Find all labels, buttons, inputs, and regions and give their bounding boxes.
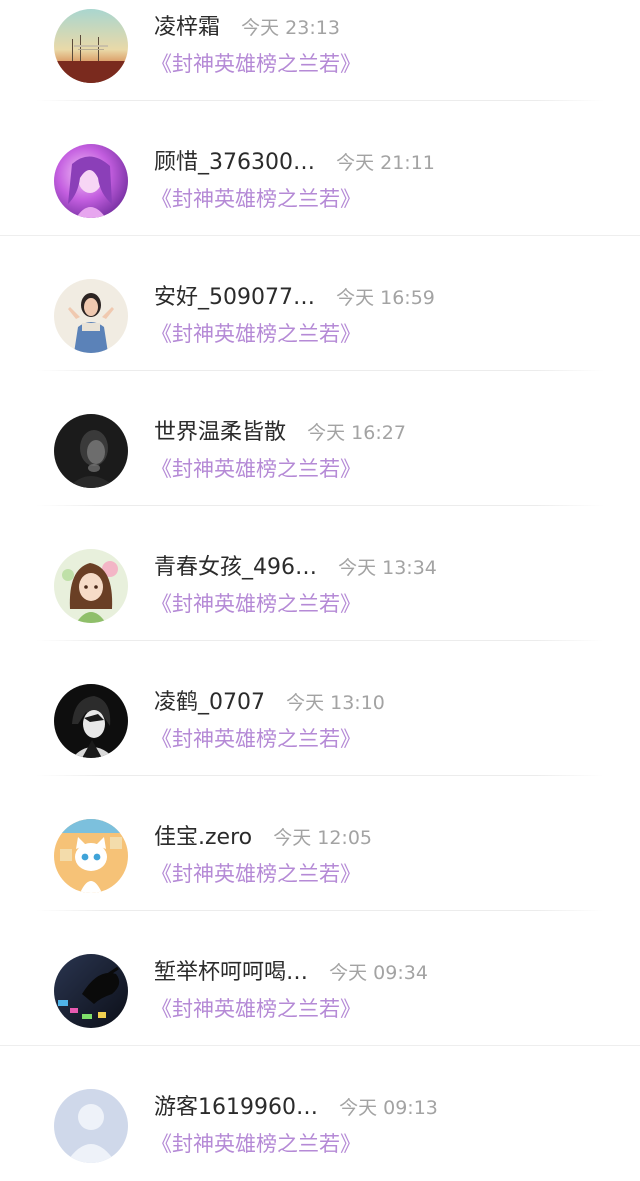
user-name[interactable]: 世界温柔皆散	[154, 420, 286, 445]
list-item[interactable]: 顾惜_376300… 今天 21:11 《封神英雄榜之兰若》	[0, 101, 640, 236]
list-item[interactable]: 青春女孩_496… 今天 13:34 《封神英雄榜之兰若》	[0, 506, 640, 641]
anime-girl-avatar[interactable]	[54, 549, 128, 623]
anime-boy-avatar[interactable]	[54, 684, 128, 758]
comment-time: 今天 09:13	[339, 1097, 438, 1119]
name-line: 堑举杯呵呵喝… 今天 09:34	[154, 958, 428, 988]
name-line: 青春女孩_496… 今天 13:34	[154, 553, 437, 583]
user-name[interactable]: 凌梓霜	[154, 15, 220, 40]
comment-time: 今天 21:11	[336, 152, 435, 174]
list-item[interactable]: 堑举杯呵呵喝… 今天 09:34 《封神英雄榜之兰若》	[0, 911, 640, 1046]
user-name[interactable]: 顾惜_376300…	[154, 150, 315, 175]
name-line: 佳宝.zero 今天 12:05	[154, 823, 372, 853]
list-item[interactable]: 安好_509077… 今天 16:59 《封神英雄榜之兰若》	[0, 236, 640, 371]
comment-time: 今天 13:34	[338, 557, 437, 579]
name-line: 凌梓霜 今天 23:13	[154, 13, 340, 43]
book-title-link[interactable]: 《封神英雄榜之兰若》	[151, 994, 361, 1024]
default-user-avatar[interactable]	[54, 1089, 128, 1163]
list-item[interactable]: 游客1619960… 今天 09:13 《封神英雄榜之兰若》	[0, 1046, 640, 1181]
list-item[interactable]: 世界温柔皆散 今天 16:27 《封神英雄榜之兰若》	[0, 371, 640, 506]
book-title-link[interactable]: 《封神英雄榜之兰若》	[151, 724, 361, 754]
book-title-link[interactable]: 《封神英雄榜之兰若》	[151, 184, 361, 214]
user-name[interactable]: 青春女孩_496…	[154, 555, 317, 580]
book-title-link[interactable]: 《封神英雄榜之兰若》	[151, 1129, 361, 1159]
landscape-avatar[interactable]	[54, 9, 128, 83]
comment-time: 今天 23:13	[241, 17, 340, 39]
comment-time: 今天 13:10	[286, 692, 385, 714]
dark-portrait-avatar[interactable]	[54, 414, 128, 488]
comment-time: 今天 12:05	[273, 827, 372, 849]
comment-time: 今天 09:34	[329, 962, 428, 984]
name-line: 游客1619960… 今天 09:13	[154, 1093, 438, 1123]
user-name[interactable]: 游客1619960…	[154, 1095, 318, 1120]
list-item[interactable]: 佳宝.zero 今天 12:05 《封神英雄榜之兰若》	[0, 776, 640, 911]
book-title-link[interactable]: 《封神英雄榜之兰若》	[151, 319, 361, 349]
comment-time: 今天 16:27	[307, 422, 406, 444]
book-title-link[interactable]: 《封神英雄榜之兰若》	[151, 589, 361, 619]
user-name[interactable]: 安好_509077…	[154, 285, 315, 310]
name-line: 世界温柔皆散 今天 16:27	[154, 418, 406, 448]
list-item[interactable]: 凌梓霜 今天 23:13 《封神英雄榜之兰若》	[0, 0, 640, 101]
name-line: 顾惜_376300… 今天 21:11	[154, 148, 435, 178]
name-line: 安好_509077… 今天 16:59	[154, 283, 435, 313]
book-title-link[interactable]: 《封神英雄榜之兰若》	[151, 49, 361, 79]
night-hand-avatar[interactable]	[54, 954, 128, 1028]
book-title-link[interactable]: 《封神英雄榜之兰若》	[151, 859, 361, 889]
user-name[interactable]: 堑举杯呵呵喝…	[154, 960, 308, 985]
girl-photo-avatar[interactable]	[54, 279, 128, 353]
list-item[interactable]: 凌鹤_0707 今天 13:10 《封神英雄榜之兰若》	[0, 641, 640, 776]
comment-time: 今天 16:59	[336, 287, 435, 309]
cartoon-cat-avatar[interactable]	[54, 819, 128, 893]
book-title-link[interactable]: 《封神英雄榜之兰若》	[151, 454, 361, 484]
purple-girl-avatar[interactable]	[54, 144, 128, 218]
name-line: 凌鹤_0707 今天 13:10	[154, 688, 385, 718]
user-name[interactable]: 佳宝.zero	[154, 825, 252, 850]
comment-list: 凌梓霜 今天 23:13 《封神英雄榜之兰若》 顾惜_376300… 今天 21…	[0, 0, 640, 1181]
user-name[interactable]: 凌鹤_0707	[154, 690, 265, 715]
